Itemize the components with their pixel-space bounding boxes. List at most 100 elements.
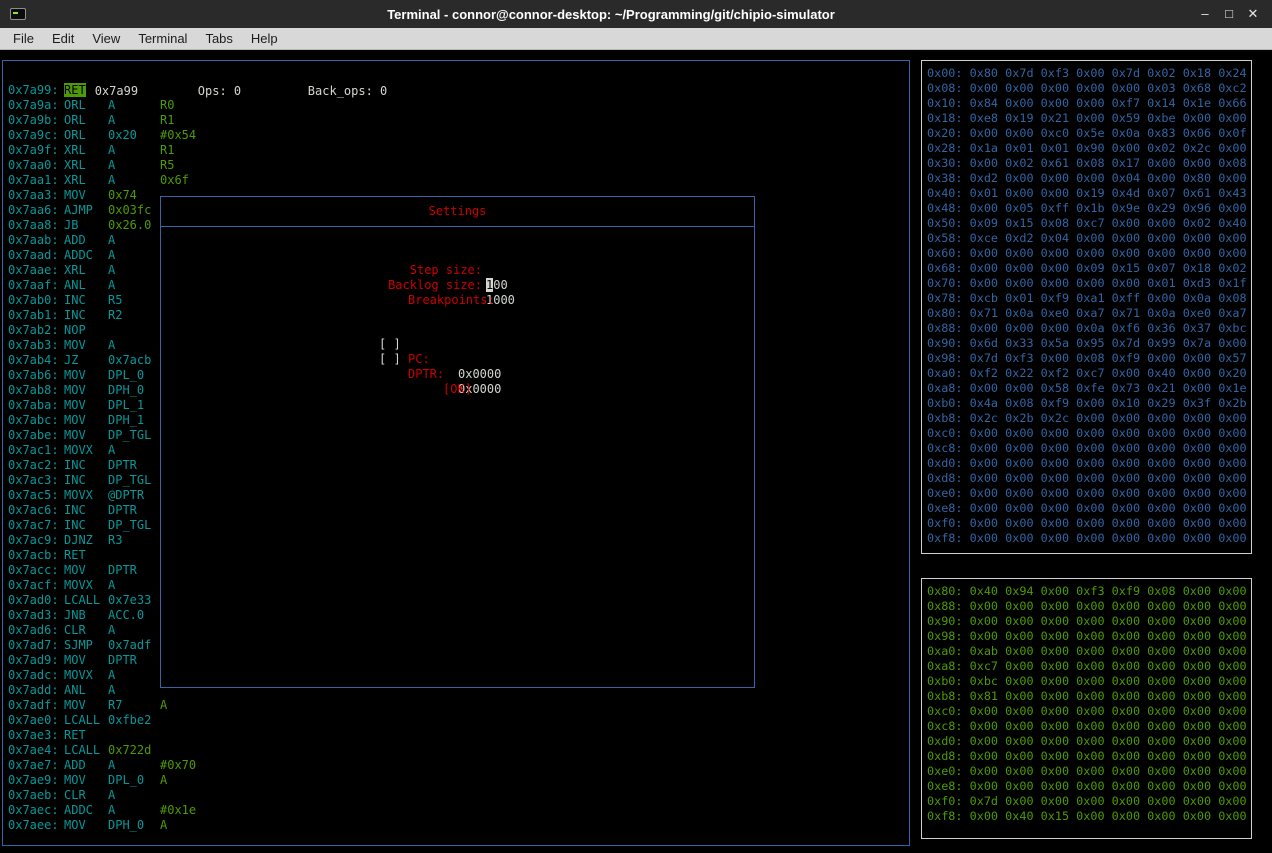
mnemonic-text: AJMP (64, 203, 93, 217)
instruction-mnemonic: RET (64, 548, 108, 563)
instruction-address: 0x7ac1: (8, 443, 59, 457)
instruction-address: 0x7ac2: (8, 458, 59, 472)
instruction-address: 0x7a99: (8, 83, 59, 97)
instruction-mnemonic: ADD (64, 758, 108, 773)
maximize-button[interactable]: □ (1220, 0, 1238, 28)
memory-row: 0xf8: 0x00 0x40 0x15 0x00 0x00 0x00 0x00… (927, 809, 1251, 824)
memory-row-bytes: 0x00 0x02 0x61 0x08 0x17 0x00 0x00 0x08 (969, 156, 1247, 170)
instruction-operand-1: A (108, 98, 116, 112)
mnemonic-text: MOV (64, 383, 86, 397)
instruction-address: 0x7ac6: (8, 503, 59, 517)
instruction-address: 0x7aa3: (8, 188, 59, 202)
backlog-size-label: Backlog size: (388, 278, 482, 292)
memory-row-address: 0x60: (927, 246, 970, 260)
dialog-title: Settings (428, 204, 487, 218)
memory-row: 0x98: 0x7d 0xf3 0x00 0x08 0xf9 0x00 0x00… (927, 351, 1251, 366)
mnemonic-text: ADD (64, 758, 86, 772)
settings-dialog: Settings Step size: 100 Backlog size: 10… (160, 196, 755, 688)
instruction-address: 0x7ab0: (8, 293, 59, 307)
menu-tabs[interactable]: Tabs (196, 28, 241, 50)
mnemonic-text: ANL (64, 278, 86, 292)
menu-terminal[interactable]: Terminal (129, 28, 196, 50)
disassembly-row: 0x7aee: MOV DPH_0 A (8, 818, 907, 833)
memory-row-bytes: 0xf2 0x22 0xf2 0xc7 0x00 0x40 0x00 0x20 (969, 366, 1247, 380)
instruction-mnemonic: CLR (64, 788, 108, 803)
mnemonic-text: LCALL (64, 593, 101, 607)
instruction-operand-1: A (108, 578, 116, 592)
menu-edit[interactable]: Edit (43, 28, 83, 50)
instruction-address: 0x7ab1: (8, 308, 59, 322)
memory-row: 0xb8: 0x2c 0x2b 0x2c 0x00 0x00 0x00 0x00… (927, 411, 1251, 426)
breakpoint-pc-label: PC: (408, 352, 430, 366)
memory-row-address: 0x18: (927, 111, 970, 125)
mnemonic-text: LCALL (64, 713, 101, 727)
memory-row-bytes: 0x71 0x0a 0xe0 0xa7 0x71 0x0a 0xe0 0xa7 (969, 306, 1247, 320)
memory-row-address: 0x30: (927, 156, 970, 170)
memory-row-address: 0x00: (927, 66, 970, 80)
memory-row: 0x80: 0x40 0x94 0x00 0xf3 0xf9 0x08 0x00… (927, 584, 1251, 599)
memory-row-address: 0x70: (927, 276, 970, 290)
mnemonic-text: INC (64, 473, 86, 487)
instruction-operand-1: A (108, 803, 116, 817)
mnemonic-text: MOVX (64, 488, 93, 502)
mnemonic-text: XRL (64, 263, 86, 277)
instruction-mnemonic: MOV (64, 773, 108, 788)
instruction-operand-1: 0x20 (108, 128, 137, 142)
ok-button[interactable]: [OK] (161, 382, 754, 397)
window-title: Terminal - connor@connor-desktop: ~/Prog… (387, 6, 835, 22)
instruction-mnemonic: INC (64, 473, 108, 488)
breakpoint-dptr-checkbox[interactable]: [ ] (379, 352, 401, 367)
memory-row-bytes: 0x00 0x00 0x00 0x00 0x00 0x00 0x00 0x00 (969, 599, 1247, 613)
memory-row-address: 0x98: (927, 351, 970, 365)
instruction-operand-1: DPTR (108, 458, 137, 472)
breakpoint-pc-value[interactable]: 0x0000 (458, 367, 501, 382)
memory-row: 0xe8: 0x00 0x00 0x00 0x00 0x00 0x00 0x00… (927, 779, 1251, 794)
disassembly-row: 0x7aa0: XRL A R5 (8, 158, 907, 173)
mnemonic-text: XRL (64, 173, 86, 187)
mnemonic-text: MOV (64, 368, 86, 382)
instruction-address: 0x7aae: (8, 263, 59, 277)
menubar: File Edit View Terminal Tabs Help (0, 28, 1272, 50)
memory-row-bytes: 0x00 0x00 0x00 0x00 0x00 0x03 0x68 0xc2 (969, 81, 1247, 95)
step-size-value[interactable]: 100 (486, 278, 508, 293)
instruction-mnemonic: ANL (64, 278, 108, 293)
mnemonic-text: RET (64, 728, 86, 742)
instruction-operand-1: A (108, 443, 116, 457)
instruction-address: 0x7aab: (8, 233, 59, 247)
instruction-mnemonic: MOV (64, 338, 108, 353)
memory-row-address: 0xc8: (927, 719, 970, 733)
step-size-field: Step size: 100 (161, 248, 754, 292)
mnemonic-text: ORL (64, 113, 86, 127)
instruction-operand-1: 0x7acb (108, 353, 152, 367)
titlebar[interactable]: Terminal - connor@connor-desktop: ~/Prog… (0, 0, 1272, 28)
memory-row-address: 0xe8: (927, 501, 970, 515)
terminal-window: Terminal - connor@connor-desktop: ~/Prog… (0, 0, 1272, 853)
memory-row: 0x08: 0x00 0x00 0x00 0x00 0x00 0x03 0x68… (927, 81, 1251, 96)
instruction-mnemonic: MOV (64, 368, 108, 383)
close-button[interactable]: ✕ (1244, 0, 1262, 28)
memory-row: 0xd8: 0x00 0x00 0x00 0x00 0x00 0x00 0x00… (927, 471, 1251, 486)
mnemonic-text: XRL (64, 143, 86, 157)
instruction-address: 0x7aad: (8, 248, 59, 262)
menu-view[interactable]: View (83, 28, 129, 50)
breakpoint-pc-row: [ ] PC: 0x0000 (161, 322, 754, 381)
menu-file[interactable]: File (4, 28, 43, 50)
instruction-address: 0x7aa8: (8, 218, 59, 232)
mnemonic-text: MOV (64, 428, 86, 442)
instruction-operand-1: 0xfbe2 (108, 713, 152, 727)
instruction-operand-1: R2 (108, 308, 123, 322)
minimize-button[interactable]: – (1196, 0, 1214, 28)
instruction-mnemonic: LCALL (64, 713, 108, 728)
memory-row-address: 0xa0: (927, 644, 970, 658)
memory-row: 0xb0: 0xbc 0x00 0x00 0x00 0x00 0x00 0x00… (927, 674, 1251, 689)
disassembly-row: 0x7a9c: ORL 0x20 #0x54 (8, 128, 907, 143)
memory-row-address: 0xc8: (927, 441, 970, 455)
instruction-operand-1: R5 (108, 293, 123, 307)
mnemonic-text: INC (64, 503, 86, 517)
memory-row-bytes: 0x00 0x00 0x00 0x00 0x00 0x00 0x00 0x00 (969, 629, 1247, 643)
memory-row-bytes: 0x7d 0x00 0x00 0x00 0x00 0x00 0x00 0x00 (969, 794, 1247, 808)
menu-help[interactable]: Help (242, 28, 287, 50)
instruction-operand-1: 0x74 (108, 188, 137, 202)
mnemonic-text: INC (64, 518, 86, 532)
breakpoint-dptr-label: DPTR: (408, 367, 445, 381)
